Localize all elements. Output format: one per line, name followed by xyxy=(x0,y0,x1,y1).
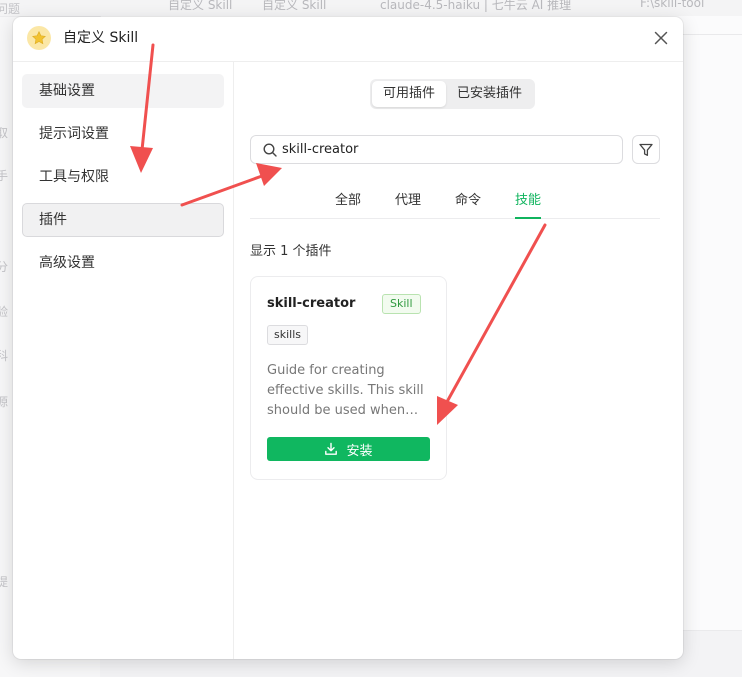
dialog-header: 自定义 Skill xyxy=(13,17,683,62)
background-side-text: 问题 xyxy=(0,2,21,16)
tab-available-plugins[interactable]: 可用插件 xyxy=(372,81,447,107)
tab-all[interactable]: 全部 xyxy=(335,191,361,217)
custom-skill-dialog: 自定义 Skill 基础设置 提示词设置 工具与权限 插件 高级设置 可用插件 … xyxy=(13,17,683,659)
install-label: 安装 xyxy=(346,443,373,459)
background-topbar: 自定义 Skill 自定义 Skill claude-4.5-haiku | 七… xyxy=(0,0,742,17)
tab-skills[interactable]: 技能 xyxy=(515,191,542,219)
background-side-text: 手 xyxy=(0,169,9,183)
install-button[interactable]: 安装 xyxy=(267,437,430,461)
background-divider xyxy=(683,34,742,35)
result-count: 显示 1 个插件 xyxy=(250,244,332,259)
plugin-type-badge: Skill xyxy=(382,294,421,314)
search-input[interactable] xyxy=(282,137,612,162)
background-side-text: 分 xyxy=(0,260,9,274)
background-breadcrumb: F:\skill-tool xyxy=(640,0,705,10)
tab-agents[interactable]: 代理 xyxy=(395,191,421,217)
close-button[interactable] xyxy=(651,28,671,48)
tab-commands[interactable]: 命令 xyxy=(455,191,481,217)
tab-installed-plugins[interactable]: 已安装插件 xyxy=(446,81,533,107)
background-side-text: 源 xyxy=(0,395,9,409)
sidebar-item-advanced-settings[interactable]: 高级设置 xyxy=(22,246,224,280)
download-icon xyxy=(325,442,338,455)
plugin-description: Guide for creating effective skills. Thi… xyxy=(267,363,424,418)
close-icon xyxy=(654,31,668,45)
sidebar-item-prompt-settings[interactable]: 提示词设置 xyxy=(22,117,224,151)
background-side-text: 科 xyxy=(0,349,9,363)
sidebar-item-plugins[interactable]: 插件 xyxy=(22,203,224,237)
plugin-title: skill-creator xyxy=(267,296,356,311)
plugin-search xyxy=(250,135,623,164)
plugin-source-toggle: 可用插件 已安装插件 xyxy=(370,79,536,109)
background-breadcrumb: claude-4.5-haiku | 七牛云 AI 推理 xyxy=(380,0,572,12)
search-icon xyxy=(263,143,277,157)
background-side-text: 提 xyxy=(0,575,9,589)
star-icon xyxy=(27,26,51,50)
filter-icon xyxy=(639,143,653,156)
plugin-card: skill-creator Skill skills Guide for cre… xyxy=(250,276,447,480)
settings-sidebar: 基础设置 提示词设置 工具与权限 插件 高级设置 xyxy=(13,62,234,659)
plugin-content: 可用插件 已安装插件 全部 代理 命令 技能 显示 1 个插件 skill-cr… xyxy=(234,62,683,659)
background-breadcrumb: 自定义 Skill xyxy=(168,0,233,12)
background-side-text: 取 xyxy=(0,126,9,140)
background-breadcrumb: 自定义 Skill xyxy=(262,0,327,12)
sidebar-item-tools-permissions[interactable]: 工具与权限 xyxy=(22,160,224,194)
plugin-tag: skills xyxy=(267,325,309,345)
dialog-title: 自定义 Skill xyxy=(63,30,139,46)
plugin-type-tabs: 全部 代理 命令 技能 xyxy=(250,186,660,219)
background-side-text: 验 xyxy=(0,305,9,319)
sidebar-item-basic-settings[interactable]: 基础设置 xyxy=(22,74,224,108)
filter-button[interactable] xyxy=(632,135,660,164)
